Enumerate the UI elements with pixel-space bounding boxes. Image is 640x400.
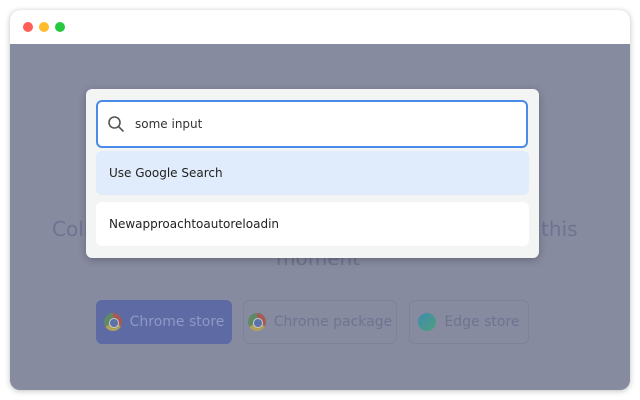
chrome-package-button[interactable]: Chrome package xyxy=(243,300,397,344)
title-bar xyxy=(10,10,630,44)
edge-store-button[interactable]: Edge store xyxy=(409,300,529,344)
background-heading-left: Coll xyxy=(52,217,90,241)
chrome-icon xyxy=(247,313,266,331)
minimize-window-button[interactable] xyxy=(39,22,49,32)
background-heading-right: this xyxy=(541,217,578,241)
result-label: Newapproachtoautoreloadin xyxy=(109,217,280,231)
search-field[interactable] xyxy=(96,100,528,148)
chrome-store-button[interactable]: Chrome store xyxy=(96,300,232,344)
button-label: Edge store xyxy=(444,314,520,330)
button-label: Chrome package xyxy=(273,314,393,330)
search-modal: Use Google Search Newapproachtoautoreloa… xyxy=(86,89,539,258)
edge-icon xyxy=(418,313,437,331)
button-label: Chrome store xyxy=(129,314,225,330)
maximize-window-button[interactable] xyxy=(55,22,65,32)
result-label: Use Google Search xyxy=(109,166,223,180)
search-icon xyxy=(108,116,124,132)
result-google-search[interactable]: Use Google Search xyxy=(96,151,529,195)
search-input[interactable] xyxy=(133,116,497,132)
close-window-button[interactable] xyxy=(23,22,33,32)
chrome-icon xyxy=(103,313,122,331)
result-item[interactable]: Newapproachtoautoreloadin xyxy=(96,202,529,246)
